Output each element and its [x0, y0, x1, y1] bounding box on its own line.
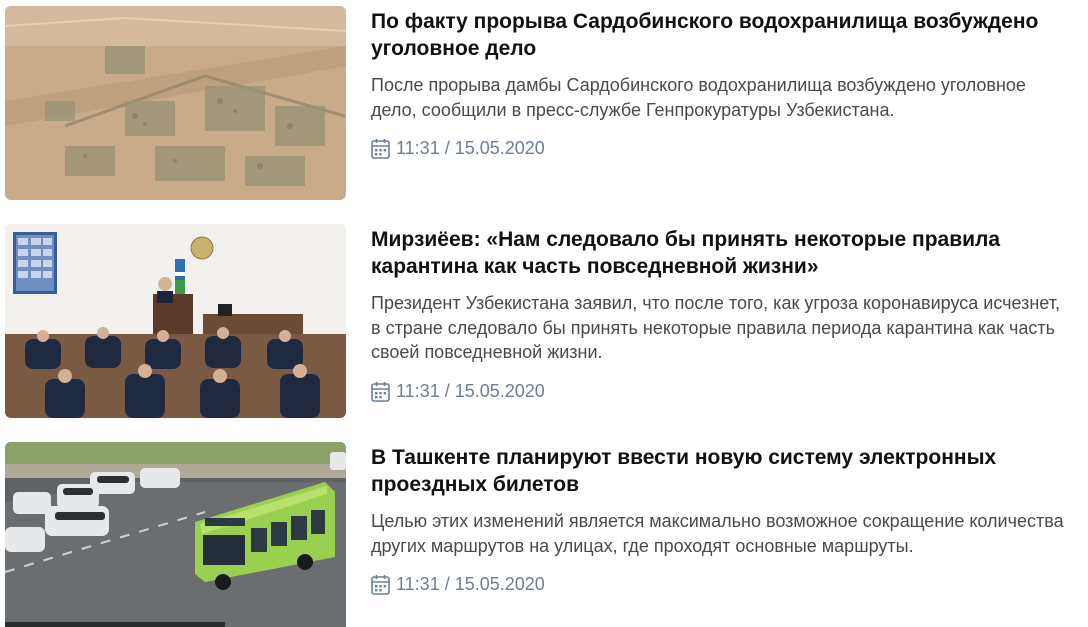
calendar-icon	[371, 381, 390, 402]
news-item: В Ташкенте планируют ввести новую систем…	[0, 436, 1088, 627]
news-title[interactable]: В Ташкенте планируют ввести новую систем…	[371, 444, 1071, 498]
government-meeting-photo[interactable]	[5, 224, 346, 418]
news-lead: После прорыва дамбы Сардобинского водохр…	[371, 75, 1026, 120]
news-datetime: 11:31 / 15.05.2020	[396, 380, 545, 401]
news-item-body: По факту прорыва Сардобинского водохрани…	[371, 8, 1071, 159]
news-datetime: 11:31 / 15.05.2020	[396, 138, 545, 158]
news-lead: Президент Узбекистана заявил, что после …	[371, 293, 1060, 362]
city-bus-photo[interactable]	[5, 442, 346, 627]
calendar-icon	[371, 574, 390, 595]
news-item-body: Мирзиёев: «Нам следовало бы принять неко…	[371, 226, 1071, 402]
news-meta: 11:31 / 15.05.2020	[371, 381, 1071, 402]
news-item-body: В Ташкенте планируют ввести новую систем…	[371, 444, 1071, 595]
news-item: Мирзиёев: «Нам следовало бы принять неко…	[0, 218, 1088, 418]
news-meta: 11:31 / 15.05.2020	[371, 138, 1071, 159]
news-title[interactable]: Мирзиёев: «Нам следовало бы принять неко…	[371, 226, 1071, 280]
flood-aerial-photo[interactable]	[5, 6, 346, 200]
calendar-icon	[371, 138, 390, 159]
news-item: По факту прорыва Сардобинского водохрани…	[0, 0, 1088, 200]
news-feed: По факту прорыва Сардобинского водохрани…	[0, 0, 1088, 627]
news-meta: 11:31 / 15.05.2020	[371, 574, 1071, 595]
news-title[interactable]: По факту прорыва Сардобинского водохрани…	[371, 8, 1071, 62]
news-datetime: 11:31 / 15.05.2020	[396, 574, 545, 594]
news-lead: Целью этих изменений является максимальн…	[371, 511, 1064, 556]
